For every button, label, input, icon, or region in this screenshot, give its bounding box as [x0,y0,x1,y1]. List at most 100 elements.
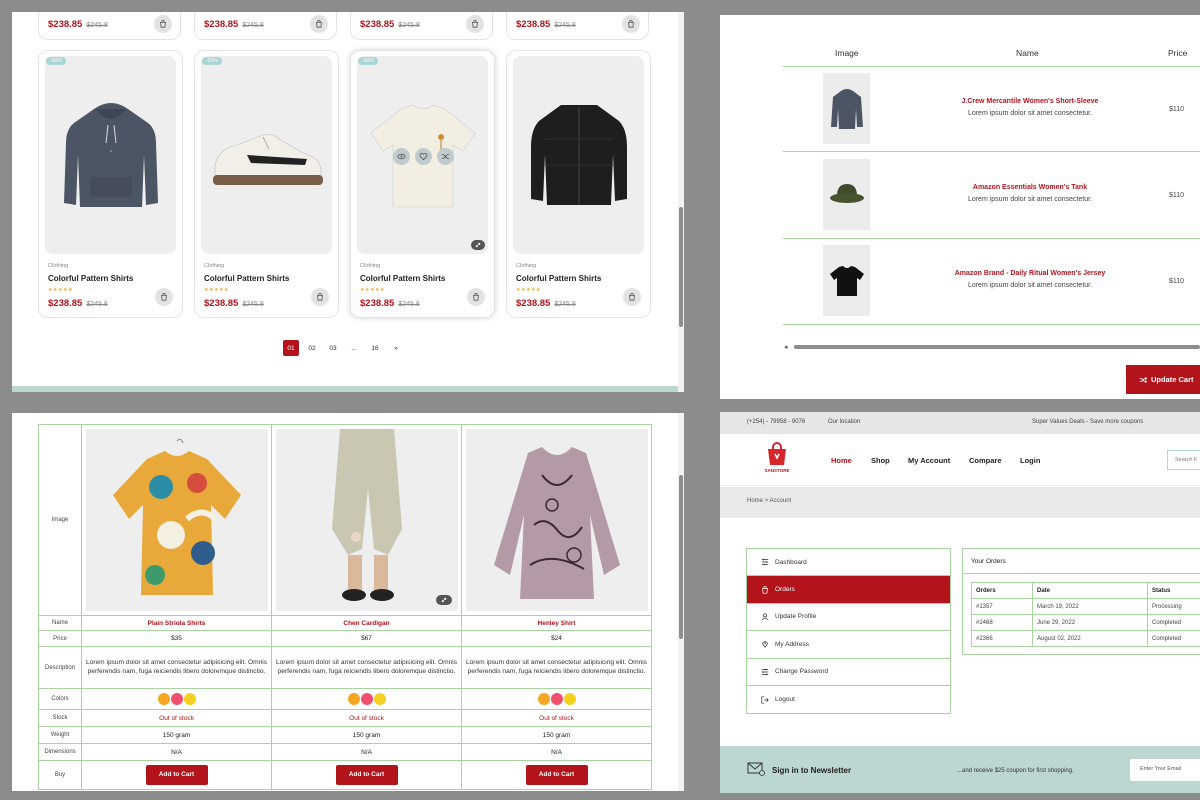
nav-my-account[interactable]: My Account [908,456,950,465]
product-image-sneakers[interactable] [201,56,332,254]
color-swatch[interactable] [360,693,373,705]
svg-text:~: ~ [109,149,112,155]
add-to-cart-button[interactable]: Add to Cart [525,765,588,785]
product-name[interactable]: Colorful Pattern Shirts [360,274,445,283]
order-id[interactable]: #2468 [971,614,1033,631]
product-card-prev[interactable]: $238.85 $245.8 [194,12,337,40]
table-row[interactable]: #1357 March 19, 2022 Processing [971,598,1200,615]
order-id[interactable]: #2366 [971,630,1033,647]
newsletter-email-input[interactable]: Enter Your Email [1130,759,1200,781]
page-link-2[interactable]: 02 [304,340,320,356]
add-to-cart-icon[interactable] [311,288,329,306]
compare-image-shirt[interactable] [85,429,268,611]
color-swatch[interactable] [347,693,360,705]
nav-home[interactable]: Home [831,456,852,465]
table-row[interactable]: #2366 August 02, 2022 Completed [971,630,1200,647]
add-to-cart-icon[interactable] [310,15,328,33]
product-name[interactable]: Colorful Pattern Shirts [204,274,289,283]
pagination: 01 02 03 ... 16 » [283,340,404,356]
order-id[interactable]: #1357 [971,598,1033,615]
breadcrumb[interactable]: Home > Account [720,487,1200,518]
sidebar-item-change-password[interactable]: Change Password [747,659,950,686]
product-card-prev[interactable]: $238.85 $245.8 [38,12,181,40]
next-page-icon[interactable]: » [388,340,404,356]
nav-login[interactable]: Login [1020,456,1040,465]
column-header-price: Price [1168,48,1188,58]
color-swatch[interactable] [183,693,196,705]
page-link-3[interactable]: 03 [325,340,341,356]
product-name[interactable]: Colorful Pattern Shirts [48,274,133,283]
expand-icon[interactable] [435,595,452,605]
sidebar-item-my-address[interactable]: My Address [747,631,950,659]
page-link-16[interactable]: 16 [367,340,383,356]
price: $238.85 [204,298,239,309]
divider [783,238,1200,239]
product-image-tshirt[interactable] [357,56,488,254]
quick-actions [393,148,454,165]
compare-product-name[interactable]: Chen Cardigan [343,620,389,627]
cart-item-title[interactable]: Amazon Essentials Women's Tank [920,184,1140,191]
expand-icon[interactable] [471,240,485,250]
color-swatch[interactable] [157,693,170,705]
nav-compare[interactable]: Compare [969,456,1002,465]
sidebar-item-logout[interactable]: Logout [747,686,950,713]
color-swatch[interactable] [550,693,563,705]
horizontal-scrollbar[interactable]: ◂ [784,343,1200,351]
color-swatch[interactable] [170,693,183,705]
color-swatch[interactable] [373,693,386,705]
compare-image-blouse[interactable] [465,429,648,611]
add-to-cart-icon[interactable] [623,288,641,306]
price: $238.85 [360,298,395,309]
add-to-cart-icon[interactable] [466,15,484,33]
location-link[interactable]: Our location [828,419,860,425]
compare-image-pants[interactable] [275,429,458,611]
add-to-cart-icon[interactable] [155,288,173,306]
phone-number[interactable]: (+254) - 79958 - 9076 [747,419,805,425]
add-to-cart-icon[interactable] [154,15,172,33]
product-card[interactable]: ~ -20% Clothing Colorful Pattern Shirts … [38,50,183,318]
add-to-cart-button[interactable]: Add to Cart [335,765,398,785]
product-image-hoodie[interactable]: ~ [45,56,176,254]
cart-item-desc: Lorem ipsum dolor sit amet consectetur. [967,110,1093,117]
sidebar-item-update-profile[interactable]: Update Profile [747,604,950,632]
compare-dimensions: N/A [271,743,462,761]
product-card[interactable]: Clothing Colorful Pattern Shirts ★★★★★ $… [506,50,651,318]
table-row[interactable]: #2468 June 29, 2022 Completed [971,614,1200,631]
color-swatch[interactable] [563,693,576,705]
sidebar-item-dashboard[interactable]: Dashboard [747,549,950,577]
quick-view-icon[interactable] [393,148,410,165]
vertical-scrollbar[interactable] [678,12,684,392]
page-link-1[interactable]: 01 [283,340,299,356]
cart-item-image[interactable] [823,73,870,144]
main-nav: SANSTORE Home Shop My Account Compare Lo… [720,434,1200,486]
search-input[interactable]: Search F [1167,450,1200,470]
vertical-scrollbar[interactable] [678,413,684,791]
add-to-cart-icon[interactable] [467,288,485,306]
compare-shuffle-icon[interactable] [437,148,454,165]
cart-item-title[interactable]: J.Crew Mercantile Women's Short-Sleeve [920,98,1140,105]
cart-item-title[interactable]: Amazon Brand - Daily Ritual Women's Jers… [920,270,1140,277]
store-logo[interactable]: SANSTORE [762,442,792,473]
product-card-prev[interactable]: $238.85 $245.8 [506,12,649,40]
compare-description: Lorem ipsum dolor sit amet consectetur a… [81,646,272,689]
add-to-cart-button[interactable]: Add to Cart [145,765,208,785]
mail-icon [747,762,765,776]
nav-shop[interactable]: Shop [871,456,890,465]
add-to-cart-icon[interactable] [622,15,640,33]
compare-product-name[interactable]: Plain Striola Shirts [148,620,206,627]
product-image-jacket[interactable] [513,56,644,254]
product-card[interactable]: -20% Clothing Colorful Pattern Shirts ★★… [194,50,339,318]
product-card-prev[interactable]: $238.85 $245.8 [350,12,493,40]
cart-item-image[interactable] [823,245,870,316]
shuffle-icon [1139,376,1147,383]
old-price: $245.8 [554,22,576,29]
product-card[interactable]: -20% Clothing Colorful Pattern Shirts ★★… [350,50,495,318]
compare-product-name[interactable]: Henley Shirt [538,620,576,627]
sidebar-item-orders[interactable]: Orders [747,576,950,604]
cart-item-image[interactable] [823,159,870,230]
color-swatch[interactable] [537,693,550,705]
wishlist-heart-icon[interactable] [415,148,432,165]
update-cart-button[interactable]: Update Cart [1126,365,1200,394]
product-name[interactable]: Colorful Pattern Shirts [516,274,601,283]
scroll-left-icon[interactable]: ◂ [784,343,788,351]
